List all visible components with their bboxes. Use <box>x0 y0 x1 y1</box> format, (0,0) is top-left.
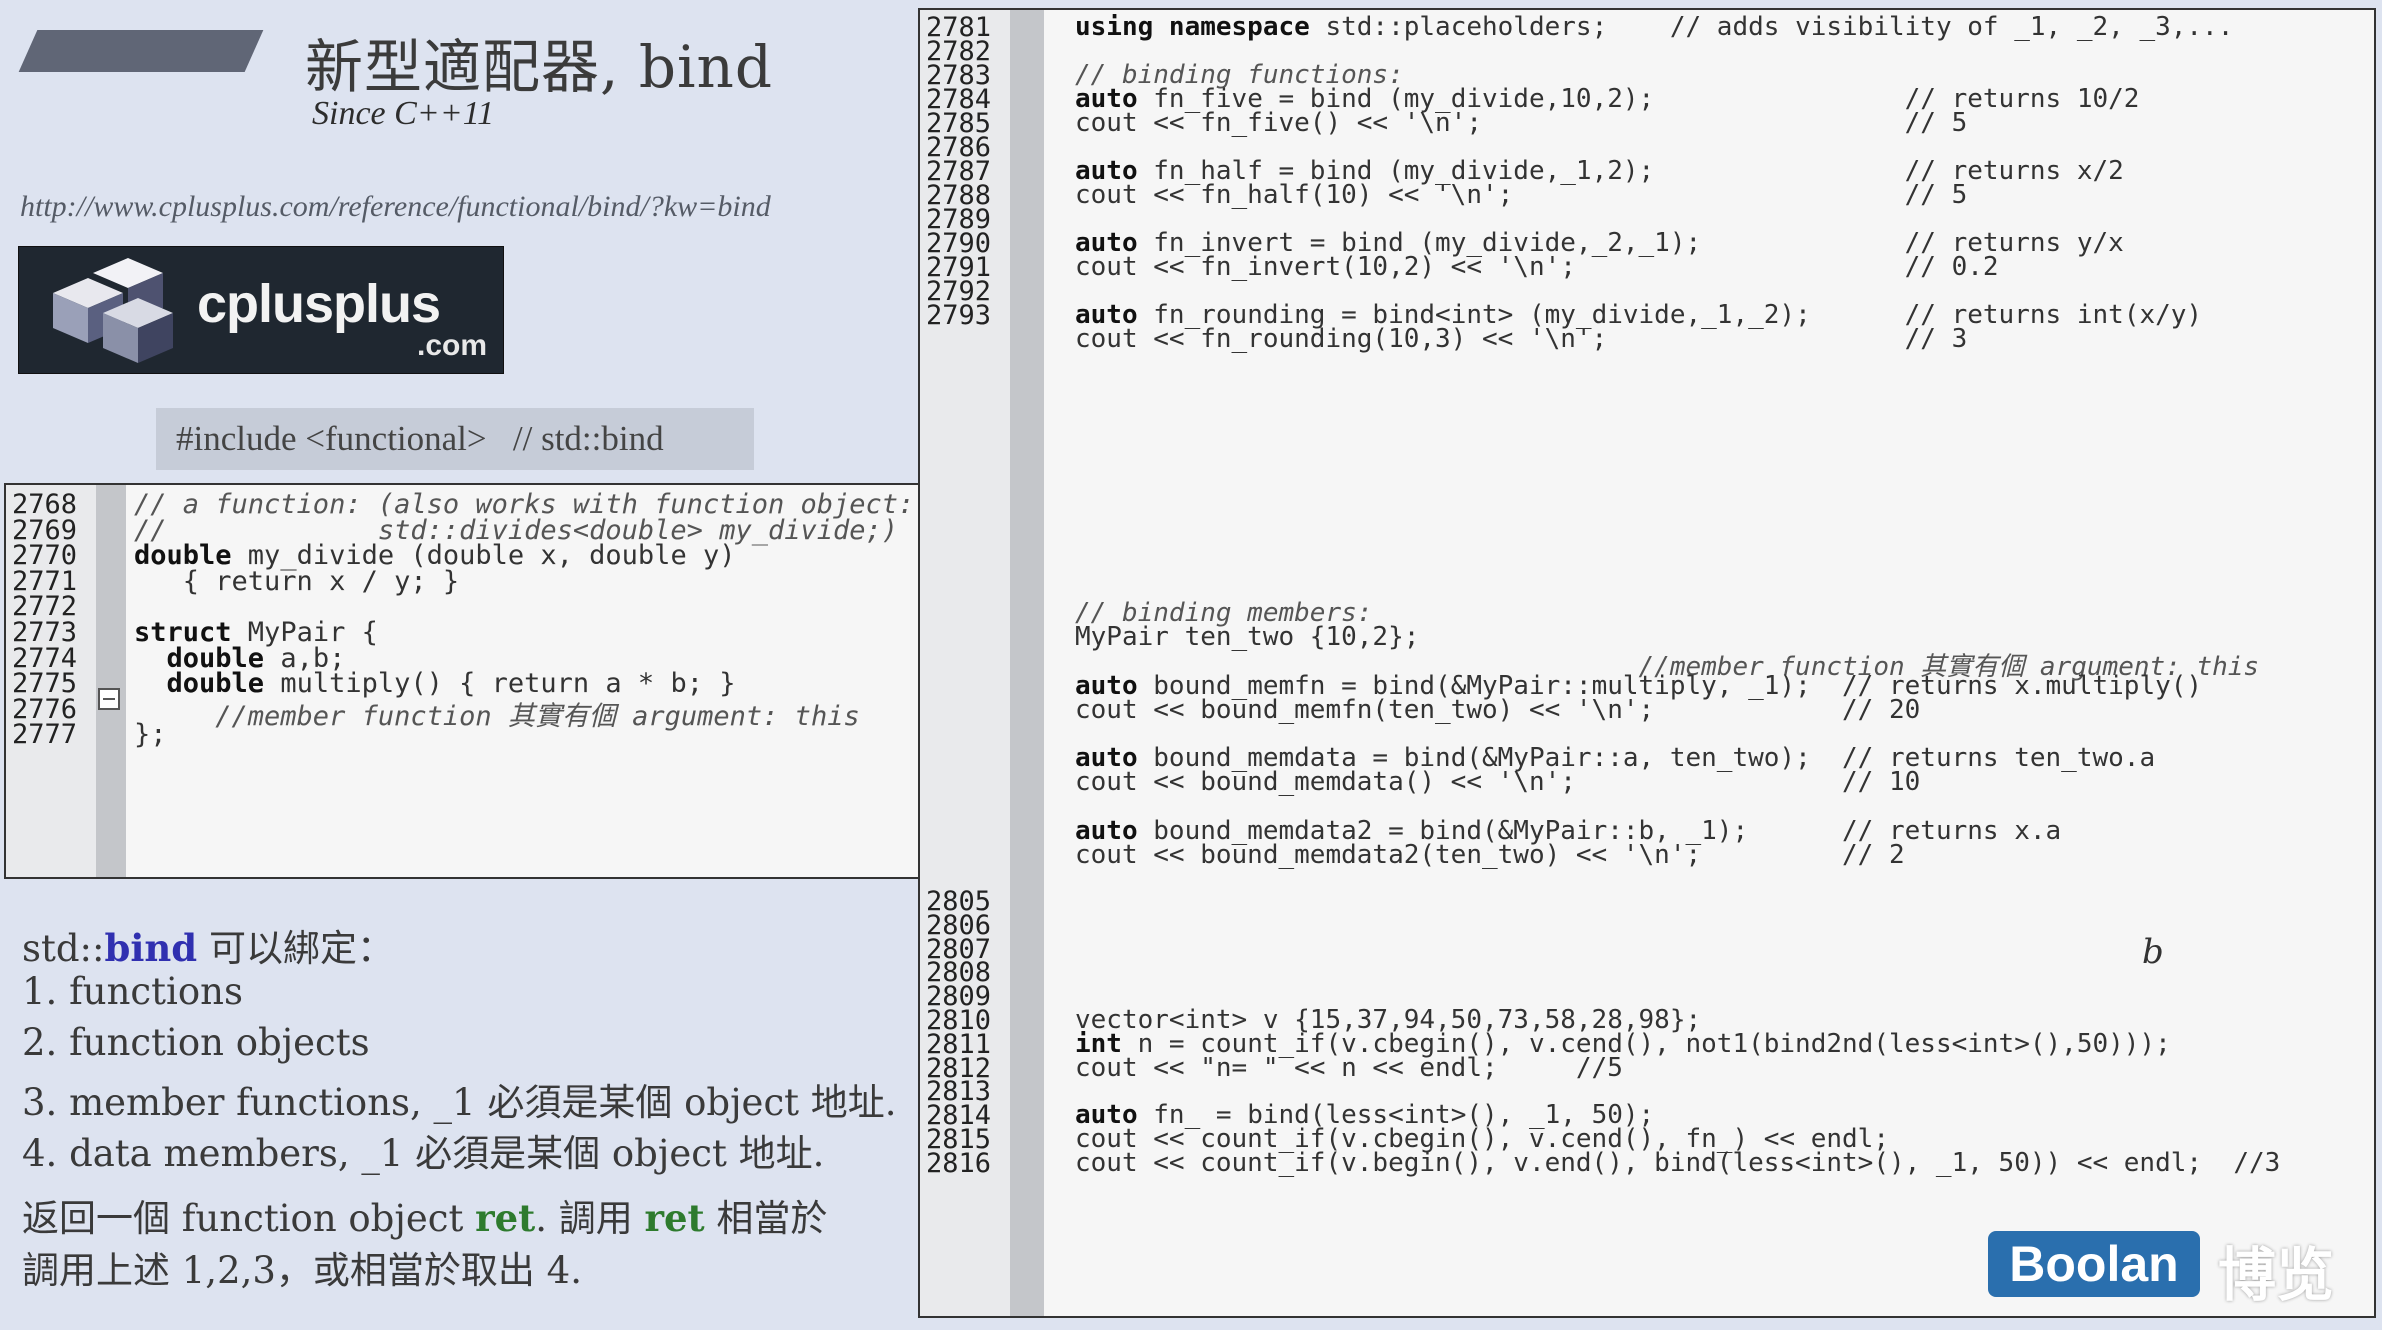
notes-item-2: 2. function objects <box>22 1021 370 1064</box>
code-line: cout << "n= " << n << endl; //5 <box>1075 1052 1623 1083</box>
boolan-watermark: Boolan <box>1988 1231 2200 1297</box>
notes-item-4: 4. data members, _1 必須是某個 object 地址. <box>22 1132 825 1175</box>
line-number: 2816 <box>926 1147 992 1179</box>
return-text-c: 相當於 <box>704 1197 828 1240</box>
gutter-stripe <box>1010 10 1044 1316</box>
line-number: 2777 <box>12 719 78 751</box>
left-code-panel: 2768// a function: (also works with func… <box>4 483 1010 879</box>
slide-subtitle: Since C++11 <box>312 95 495 132</box>
cubes-logo-icon <box>53 258 173 363</box>
notes-heading-bind: bind <box>104 926 198 970</box>
boolan-watermark-cjk: 博览 <box>2218 1241 2335 1309</box>
code-line: cout << count_if(v.begin(), v.end(), bin… <box>1075 1147 2281 1178</box>
header-stripe-3 <box>166 30 264 72</box>
notes-heading: std::bind 可以綁定： <box>22 918 394 972</box>
code-line: cout << bound_memdata2(ten_two) << '\n';… <box>1075 840 1905 870</box>
notes-heading-prefix: std:: <box>22 927 105 970</box>
code-line: cout << fn_half(10) << '\n'; // 5 <box>1075 180 1968 210</box>
code-line: { return x / y; } <box>134 565 460 597</box>
logo-domain-text: .com <box>417 329 488 362</box>
code-line: cout << fn_rounding(10,3) << '\n'; // 3 <box>1075 324 1968 354</box>
slide-title: 新型適配器, bind <box>305 33 774 101</box>
notes-heading-suffix: 可以綁定： <box>197 927 394 970</box>
notes-item-3: 3. member functions, _1 必須是某個 object 地址. <box>22 1081 897 1124</box>
cplusplus-logo: cplusplus .com <box>18 246 504 374</box>
code-line: //member function 其實有個 argument: this <box>134 700 860 732</box>
logo-brand-text: cplusplus <box>197 274 441 334</box>
notes-return-line-1: 返回一個 function object ret. 調用 ret 相當於 <box>22 1188 827 1242</box>
code-line: }; <box>134 719 167 751</box>
handwritten-annotation: b <box>2142 932 2164 972</box>
reference-url[interactable]: http://www.cplusplus.com/reference/funct… <box>20 190 771 224</box>
ret-keyword-2: ret <box>644 1196 705 1240</box>
line-number: 2793 <box>926 300 992 331</box>
code-line: using namespace std::placeholders; // ad… <box>1075 12 2234 42</box>
code-line: cout << fn_five() << '\n'; // 5 <box>1075 108 1968 138</box>
include-directive: #include <functional> // std::bind <box>156 408 754 470</box>
code-line: cout << fn_invert(10,2) << '\n'; // 0.2 <box>1075 252 1999 282</box>
code-line: cout << bound_memdata() << '\n'; // 10 <box>1075 767 1921 798</box>
return-text-a: 返回一個 function object <box>22 1197 476 1240</box>
gutter-stripe <box>96 485 126 877</box>
notes-return-line-2: 調用上述 1,2,3，或相當於取出 4. <box>22 1249 582 1292</box>
return-text-b: . 調用 <box>535 1197 645 1240</box>
ret-keyword: ret <box>475 1196 536 1240</box>
code-line: cout << bound_memfn(ten_two) << '\n'; //… <box>1075 694 1921 725</box>
fold-toggle-icon[interactable] <box>98 688 120 710</box>
notes-item-1: 1. functions <box>22 970 243 1013</box>
right-code-panel: 2781 using namespace std::placeholders; /… <box>918 8 2376 1318</box>
